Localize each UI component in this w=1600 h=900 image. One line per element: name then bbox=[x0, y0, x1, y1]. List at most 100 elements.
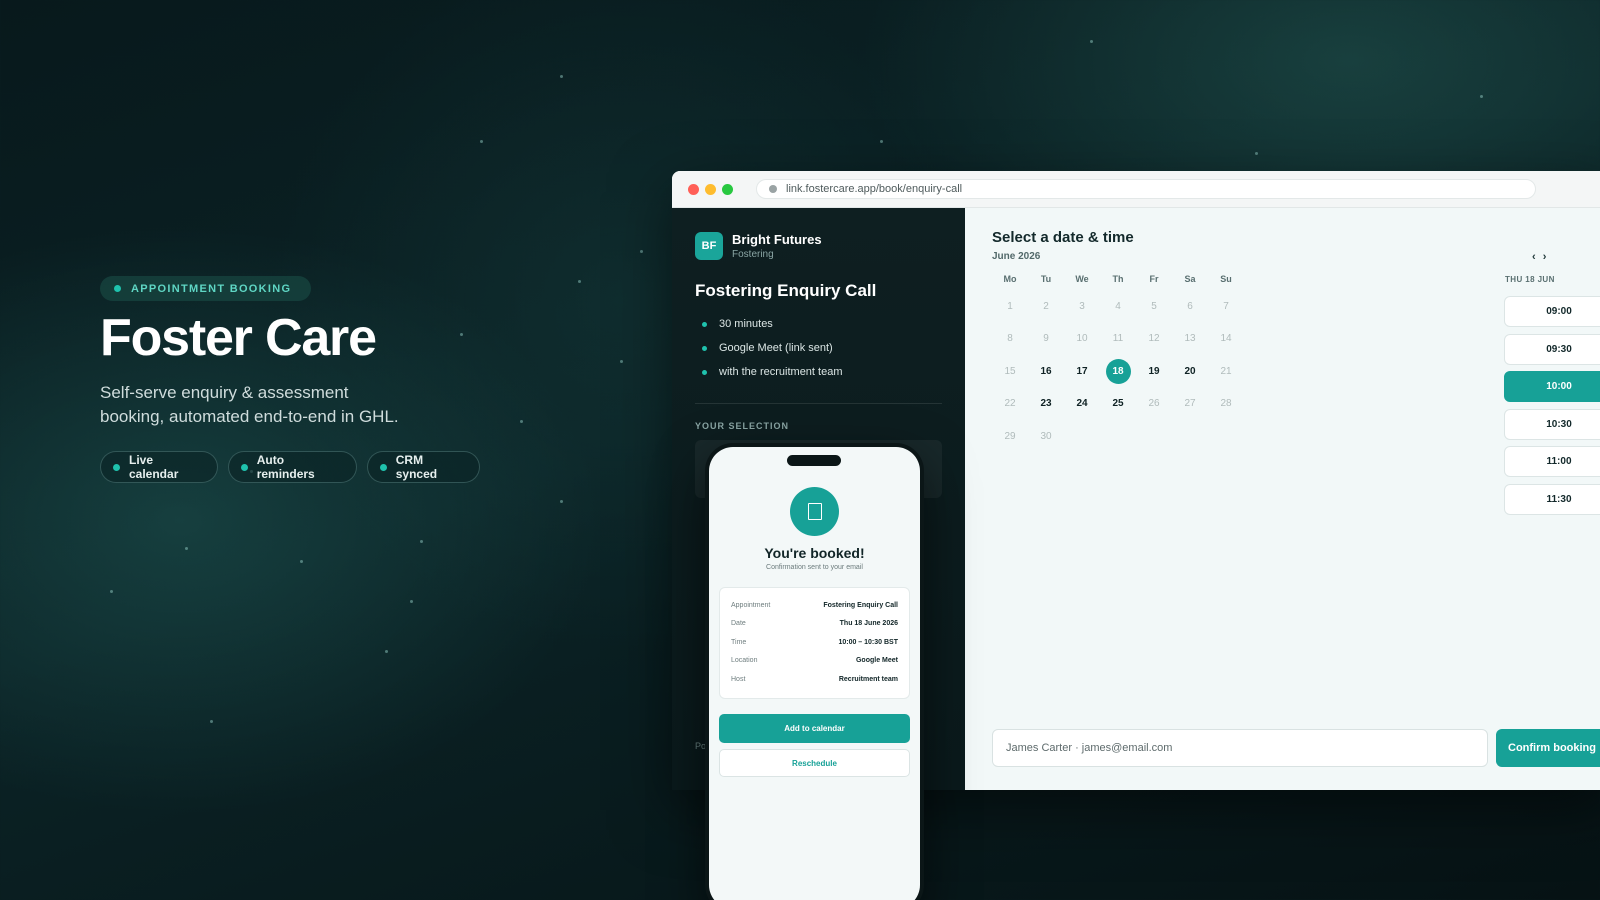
booking-details: Appointment Fostering Enquiry Call Date Thu… bbox=[719, 587, 910, 699]
contact-input[interactable]: James Carter · james@email.com bbox=[992, 729, 1488, 767]
day-number: 30 bbox=[1040, 430, 1052, 442]
weekday-label: Tu bbox=[1040, 274, 1052, 284]
calendar-day: 15 bbox=[992, 355, 1028, 388]
calendar-day: 12 bbox=[1136, 323, 1172, 356]
month-nav-arrows[interactable]: ‹ › bbox=[1532, 251, 1548, 263]
calendar-day: 22 bbox=[992, 388, 1028, 421]
time-slot[interactable]: 09:30 bbox=[1504, 333, 1600, 365]
day-number: 15 bbox=[1004, 365, 1016, 377]
day-number: 29 bbox=[1004, 430, 1016, 442]
day-number: 14 bbox=[1220, 333, 1232, 345]
detail-label: Host bbox=[731, 675, 746, 683]
day-number: 6 bbox=[1187, 300, 1193, 312]
detail-value: Fostering Enquiry Call bbox=[823, 601, 898, 609]
chip-crm-synced: CRM synced bbox=[366, 451, 480, 483]
event-details: 30 minutes Google Meet (link sent) with … bbox=[702, 312, 843, 384]
calendar-grid: 1 2 3 4 5 6 7 8 9 10 11 12 13 14 15 16 17 18 19 20 21 22 23 24 2… bbox=[992, 290, 1244, 453]
brand-subtitle: Fostering bbox=[732, 249, 774, 260]
chip-label: Auto reminders bbox=[256, 453, 315, 481]
minimize-window-icon[interactable] bbox=[705, 184, 716, 195]
time-slot[interactable]: 11:00 bbox=[1504, 446, 1600, 477]
chip-label: CRM synced bbox=[395, 453, 438, 481]
day-number: 18 bbox=[1105, 358, 1131, 384]
chip-auto-reminders: Auto reminders bbox=[227, 451, 357, 483]
hero: APPOINTMENT BOOKING Foster Care Self-ser… bbox=[100, 276, 480, 483]
calendar-day: 2 bbox=[1028, 290, 1064, 323]
day-number: 4 bbox=[1115, 300, 1121, 312]
event-detail-location: Google Meet (link sent) bbox=[702, 336, 843, 360]
detail-row: Location Google Meet bbox=[731, 652, 898, 671]
chip-live-calendar: Live calendar bbox=[100, 451, 218, 483]
detail-value: Thu 18 June 2026 bbox=[839, 620, 898, 628]
reschedule-button[interactable]: Reschedule bbox=[719, 749, 910, 777]
maximize-window-icon[interactable] bbox=[722, 184, 733, 195]
calendar-day: 5 bbox=[1136, 290, 1172, 323]
weekday-label: Sa bbox=[1184, 274, 1196, 284]
address-bar-url: link.fostercare.app/book/enquiry-call bbox=[786, 183, 963, 195]
bullet-icon bbox=[702, 321, 707, 327]
time-slot-selected[interactable]: 10:00 bbox=[1504, 371, 1600, 402]
detail-value: Recruitment team bbox=[838, 675, 898, 683]
time-slot[interactable]: 10:30 bbox=[1504, 408, 1600, 440]
time-slot[interactable]: 09:00 bbox=[1504, 296, 1600, 327]
calendar-day: 14 bbox=[1208, 323, 1244, 356]
detail-label: Appointment bbox=[731, 601, 771, 609]
day-number: 25 bbox=[1112, 398, 1124, 410]
bullet-icon bbox=[702, 369, 707, 375]
detail-text: with the recruitment team bbox=[719, 366, 843, 378]
day-number: 11 bbox=[1112, 333, 1124, 345]
calendar-day: 6 bbox=[1172, 290, 1208, 323]
confirm-booking-button[interactable]: Confirm booking bbox=[1496, 729, 1600, 767]
close-window-icon[interactable] bbox=[688, 184, 699, 195]
calendar-day: 4 bbox=[1100, 290, 1136, 323]
calendar-day: 1 bbox=[992, 290, 1028, 323]
detail-text: Google Meet (link sent) bbox=[719, 342, 833, 354]
hero-tag-label: APPOINTMENT BOOKING bbox=[131, 282, 292, 295]
calendar-day: 7 bbox=[1208, 290, 1244, 323]
calendar-day[interactable]: 16 bbox=[1028, 355, 1064, 388]
day-number: 8 bbox=[1007, 333, 1013, 345]
calendar-day[interactable]: 24 bbox=[1064, 388, 1100, 421]
brand: BF Bright Futures Fostering bbox=[695, 232, 822, 260]
brand-name: Bright Futures bbox=[732, 232, 822, 247]
day-number: 19 bbox=[1148, 365, 1160, 377]
calendar-day-selected[interactable]: 18 bbox=[1100, 355, 1136, 388]
calendar-day: 13 bbox=[1172, 323, 1208, 356]
tag-dot-icon bbox=[114, 285, 121, 292]
day-number: 27 bbox=[1184, 398, 1196, 410]
weekday-label: Mo bbox=[1003, 274, 1017, 284]
detail-label: Time bbox=[731, 638, 747, 646]
day-number: 28 bbox=[1220, 398, 1232, 410]
time-slots: 09:00 09:30 10:00 10:30 11:00 11:30 bbox=[1504, 296, 1600, 521]
event-title: Fostering Enquiry Call bbox=[695, 281, 877, 300]
day-number: 1 bbox=[1007, 300, 1013, 312]
detail-text: 30 minutes bbox=[719, 318, 773, 330]
chip-dot-icon bbox=[379, 463, 387, 471]
calendar-day[interactable]: 23 bbox=[1028, 388, 1064, 421]
calendar-day[interactable]: 20 bbox=[1172, 355, 1208, 388]
phone-screen: You're booked! Confirmation sent to your… bbox=[709, 447, 920, 900]
calendar-day: 21 bbox=[1208, 355, 1244, 388]
time-slot[interactable]: 11:30 bbox=[1504, 483, 1600, 515]
day-number: 16 bbox=[1040, 365, 1052, 377]
calendar-day: 9 bbox=[1028, 323, 1064, 356]
calendar-title: Select a date & time bbox=[992, 229, 1134, 246]
hero-title: Foster Care bbox=[100, 309, 377, 367]
chip-dot-icon bbox=[240, 463, 248, 471]
detail-value: Google Meet bbox=[855, 657, 898, 665]
hero-subtitle: Self-serve enquiry & assessment booking,… bbox=[100, 383, 399, 426]
detail-row: Time 10:00 – 10:30 BST bbox=[731, 633, 898, 652]
slot-heading: THU 18 JUN bbox=[1505, 275, 1555, 284]
address-bar[interactable]: link.fostercare.app/book/enquiry-call bbox=[756, 179, 1536, 199]
calendar-day[interactable]: 17 bbox=[1064, 355, 1100, 388]
calendar-day: 28 bbox=[1208, 388, 1244, 421]
calendar-day[interactable]: 19 bbox=[1136, 355, 1172, 388]
bullet-icon bbox=[702, 345, 707, 351]
phone-notch bbox=[787, 455, 841, 466]
calendar-day: 27 bbox=[1172, 388, 1208, 421]
brand-logo: BF bbox=[695, 232, 723, 260]
add-to-calendar-button[interactable]: Add to calendar bbox=[719, 714, 910, 743]
day-number: 23 bbox=[1040, 398, 1052, 410]
calendar-day: 29 bbox=[992, 420, 1028, 453]
calendar-day[interactable]: 25 bbox=[1100, 388, 1136, 421]
